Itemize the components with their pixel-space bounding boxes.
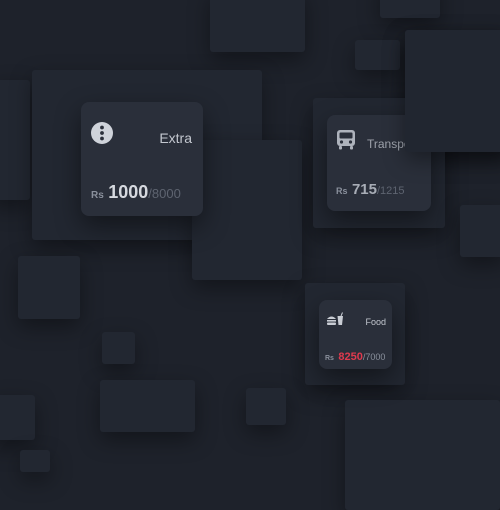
card-title: Food xyxy=(365,317,386,327)
card-amount: Rs 715/1215 xyxy=(336,181,405,199)
budget-card-food[interactable]: Food Rs 8250/7000 xyxy=(319,300,392,369)
spent-amount: 1000 xyxy=(108,182,149,202)
background-tile xyxy=(345,400,500,510)
bus-icon xyxy=(336,129,356,151)
background-tile xyxy=(460,205,500,257)
background-tile xyxy=(246,388,286,425)
card-amount: Rs 1000/8000 xyxy=(91,182,181,203)
currency-label: Rs xyxy=(325,355,334,362)
background-tile xyxy=(210,0,305,52)
spent-amount: 715 xyxy=(351,181,377,198)
background-tile xyxy=(355,40,400,70)
background-tile xyxy=(100,380,195,432)
currency-label: Rs xyxy=(91,190,104,201)
card-title: Extra xyxy=(159,130,192,146)
budget-card-extra[interactable]: Extra Rs 1000/8000 xyxy=(81,102,203,216)
currency-label: Rs xyxy=(336,186,348,196)
card-amount: Rs 8250/7000 xyxy=(325,347,385,365)
background-tile xyxy=(102,332,135,364)
background-tile xyxy=(405,30,500,152)
spent-amount: 8250 xyxy=(338,351,363,363)
more-vertical-icon[interactable] xyxy=(91,122,113,144)
background-tile xyxy=(18,256,80,319)
background-tile xyxy=(380,0,440,18)
budget-amount: /7000 xyxy=(362,352,386,362)
background-tile xyxy=(0,80,30,200)
background-tile xyxy=(0,395,35,440)
background-tile xyxy=(20,450,50,472)
budget-amount: /1215 xyxy=(377,185,405,197)
fast-food-icon xyxy=(326,312,344,326)
budget-amount: /8000 xyxy=(148,186,181,201)
background-tile xyxy=(192,140,302,280)
